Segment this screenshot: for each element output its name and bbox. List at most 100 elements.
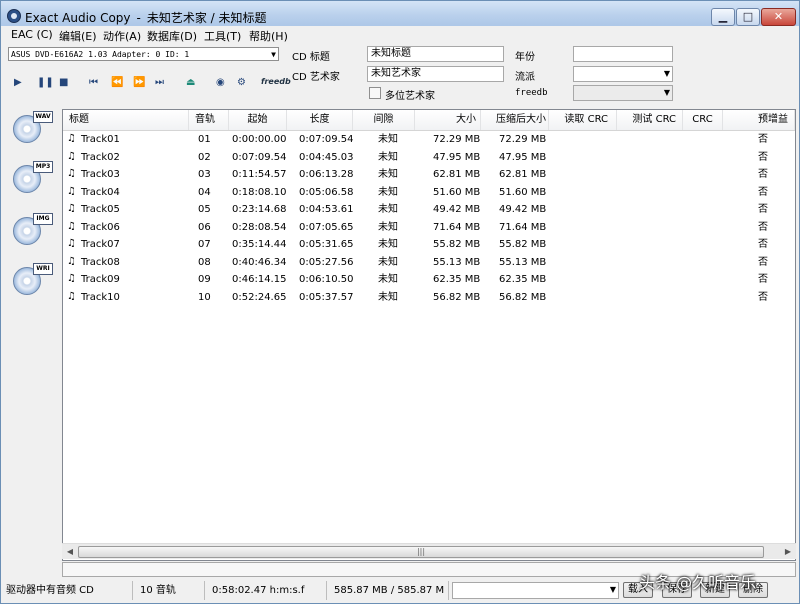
track-row[interactable]: ♫ Track03 03 0:11:54.57 0:06:13.28 未知 62… xyxy=(63,166,795,183)
col-header-gap[interactable]: 间隙 xyxy=(353,110,415,130)
minimize-button[interactable]: ▁ xyxy=(711,8,735,26)
scrollbar-thumb[interactable]: ||| xyxy=(78,546,764,558)
track-start: 0:35:14.44 xyxy=(232,239,287,250)
cd-artist-field[interactable]: 未知艺术家 xyxy=(367,66,504,82)
img-tag: IMG xyxy=(33,213,53,225)
track-row[interactable]: ♫ Track06 06 0:28:08.54 0:07:05.65 未知 71… xyxy=(63,219,795,236)
profile-select[interactable]: ▼ xyxy=(452,582,619,599)
drive-status: 驱动器中有音频 CD xyxy=(1,581,133,600)
chevron-down-icon: ▼ xyxy=(663,69,670,78)
drive-select[interactable]: ASUS DVD-E616A2 1.03 Adapter: 0 ID: 1 ▼ xyxy=(8,47,279,61)
track-row[interactable]: ♫ Track01 01 0:00:00.00 0:07:09.54 未知 72… xyxy=(63,131,795,148)
music-note-icon: ♫ xyxy=(67,168,76,179)
chevron-down-icon: ▼ xyxy=(609,585,616,594)
copy-mp3-button[interactable]: MP3 xyxy=(11,159,53,199)
col-header-pregain[interactable]: 预增益 xyxy=(723,110,795,130)
menu-bar: EAC (C) 编辑(E) 动作(A) 数据库(D) 工具(T) 帮助(H) xyxy=(1,26,799,44)
eject-icon[interactable]: ⏏ xyxy=(186,77,195,88)
close-button[interactable]: ✕ xyxy=(761,8,796,26)
write-cd-button[interactable]: WRI xyxy=(11,261,53,301)
track-length: 0:05:27.56 xyxy=(299,256,354,268)
track-list[interactable]: 标题 音轨 起始 长度 间隙 大小 压缩后大小 读取 CRC 测试 CRC CR… xyxy=(62,109,796,561)
scroll-left-icon[interactable]: ◀ xyxy=(62,544,78,559)
track-length: 0:05:06.58 xyxy=(299,186,354,198)
track-size: 49.42 MB xyxy=(433,204,481,215)
drive-select-value: ASUS DVD-E616A2 1.03 Adapter: 0 ID: 1 xyxy=(11,50,190,59)
track-title: Track02 xyxy=(81,151,120,163)
cd-info-icon[interactable]: ◉ xyxy=(216,77,225,88)
track-row[interactable]: ♫ Track05 05 0:23:14.68 0:04:53.61 未知 49… xyxy=(63,201,795,218)
track-row[interactable]: ♫ Track07 07 0:35:14.44 0:05:31.65 未知 55… xyxy=(63,236,795,253)
track-title: Track08 xyxy=(81,256,120,268)
track-pregain: 否 xyxy=(758,151,768,163)
track-pregain: 否 xyxy=(758,204,768,215)
previous-icon[interactable]: ⏪ xyxy=(111,77,123,88)
track-title: Track09 xyxy=(81,274,120,285)
track-length: 0:05:37.57 xyxy=(299,291,354,303)
genre-select[interactable]: ▼ xyxy=(573,66,673,82)
track-pregain: 否 xyxy=(758,134,768,145)
cd-title-label: CD 标题 xyxy=(292,52,330,63)
first-track-icon[interactable]: ⏮ xyxy=(89,77,98,88)
track-gap: 未知 xyxy=(378,291,398,303)
year-field[interactable] xyxy=(573,46,673,62)
multi-artist-checkbox[interactable] xyxy=(369,87,381,99)
track-gap: 未知 xyxy=(378,134,398,145)
chevron-down-icon: ▼ xyxy=(663,88,670,97)
freedb-select[interactable]: ▼ xyxy=(573,85,673,101)
track-row[interactable]: ♫ Track10 10 0:52:24.65 0:05:37.57 未知 56… xyxy=(63,289,795,306)
col-header-start[interactable]: 起始 xyxy=(229,110,287,130)
mp3-tag: MP3 xyxy=(33,161,53,173)
track-start: 0:11:54.57 xyxy=(232,169,287,180)
col-header-test-crc[interactable]: 测试 CRC xyxy=(617,110,683,130)
total-size: 585.87 MB / 585.87 M xyxy=(329,581,449,600)
menu-action[interactable]: 动作(A) xyxy=(103,28,141,44)
pause-icon[interactable]: ❚❚ xyxy=(37,77,54,88)
track-pregain: 否 xyxy=(758,239,768,250)
network-icon[interactable]: ⚙ xyxy=(237,77,246,88)
menu-eac[interactable]: EAC (C) xyxy=(11,28,53,41)
track-row[interactable]: ♫ Track04 04 0:18:08.10 0:05:06.58 未知 51… xyxy=(63,184,795,201)
next-icon[interactable]: ⏩ xyxy=(133,77,145,88)
track-length: 0:04:45.03 xyxy=(299,151,354,163)
maximize-button[interactable]: □ xyxy=(736,8,760,26)
play-icon[interactable]: ▶ xyxy=(14,77,22,88)
track-row[interactable]: ♫ Track09 09 0:46:14.15 0:06:10.50 未知 62… xyxy=(63,271,795,288)
copy-image-button[interactable]: IMG xyxy=(11,211,53,251)
track-compressed-size: 55.82 MB xyxy=(499,239,547,250)
col-header-size[interactable]: 大小 xyxy=(415,110,481,130)
col-header-crc[interactable]: CRC xyxy=(683,110,723,130)
track-number: 10 xyxy=(198,291,211,303)
multi-artist-label: 多位艺术家 xyxy=(385,91,435,102)
track-compressed-size: 47.95 MB xyxy=(499,151,547,163)
col-header-read-crc[interactable]: 读取 CRC xyxy=(549,110,617,130)
music-note-icon: ♫ xyxy=(67,290,76,302)
chevron-down-icon: ▼ xyxy=(271,50,276,59)
horizontal-scrollbar[interactable]: ◀ ||| ▶ xyxy=(62,543,796,559)
cd-title-field[interactable]: 未知标题 xyxy=(367,46,504,62)
menu-tools[interactable]: 工具(T) xyxy=(204,28,241,44)
menu-database[interactable]: 数据库(D) xyxy=(147,28,197,44)
col-header-compressed-size[interactable]: 压缩后大小 xyxy=(481,110,549,130)
freedb-toolbar-button[interactable]: freedb xyxy=(261,77,291,86)
col-header-title[interactable]: 标题 xyxy=(63,110,189,130)
track-size: 55.82 MB xyxy=(433,239,481,250)
last-track-icon[interactable]: ⏭ xyxy=(155,77,164,88)
stop-icon[interactable]: ■ xyxy=(59,77,68,88)
track-gap: 未知 xyxy=(378,151,398,163)
track-size: 56.82 MB xyxy=(433,291,481,303)
track-compressed-size: 72.29 MB xyxy=(499,134,547,145)
scroll-right-icon[interactable]: ▶ xyxy=(780,544,796,559)
music-note-icon: ♫ xyxy=(67,150,76,162)
document-title: 未知艺术家 / 未知标题 xyxy=(146,11,267,25)
col-header-length[interactable]: 长度 xyxy=(287,110,353,130)
col-header-track[interactable]: 音轨 xyxy=(189,110,229,130)
menu-edit[interactable]: 编辑(E) xyxy=(59,28,97,44)
track-pregain: 否 xyxy=(758,256,768,268)
track-length: 0:07:09.54 xyxy=(299,134,354,145)
menu-help[interactable]: 帮助(H) xyxy=(249,28,288,44)
copy-wav-button[interactable]: WAV xyxy=(11,109,53,149)
track-row[interactable]: ♫ Track08 08 0:40:46.34 0:05:27.56 未知 55… xyxy=(63,254,795,271)
track-row[interactable]: ♫ Track02 02 0:07:09.54 0:04:45.03 未知 47… xyxy=(63,149,795,166)
track-compressed-size: 62.35 MB xyxy=(499,274,547,285)
